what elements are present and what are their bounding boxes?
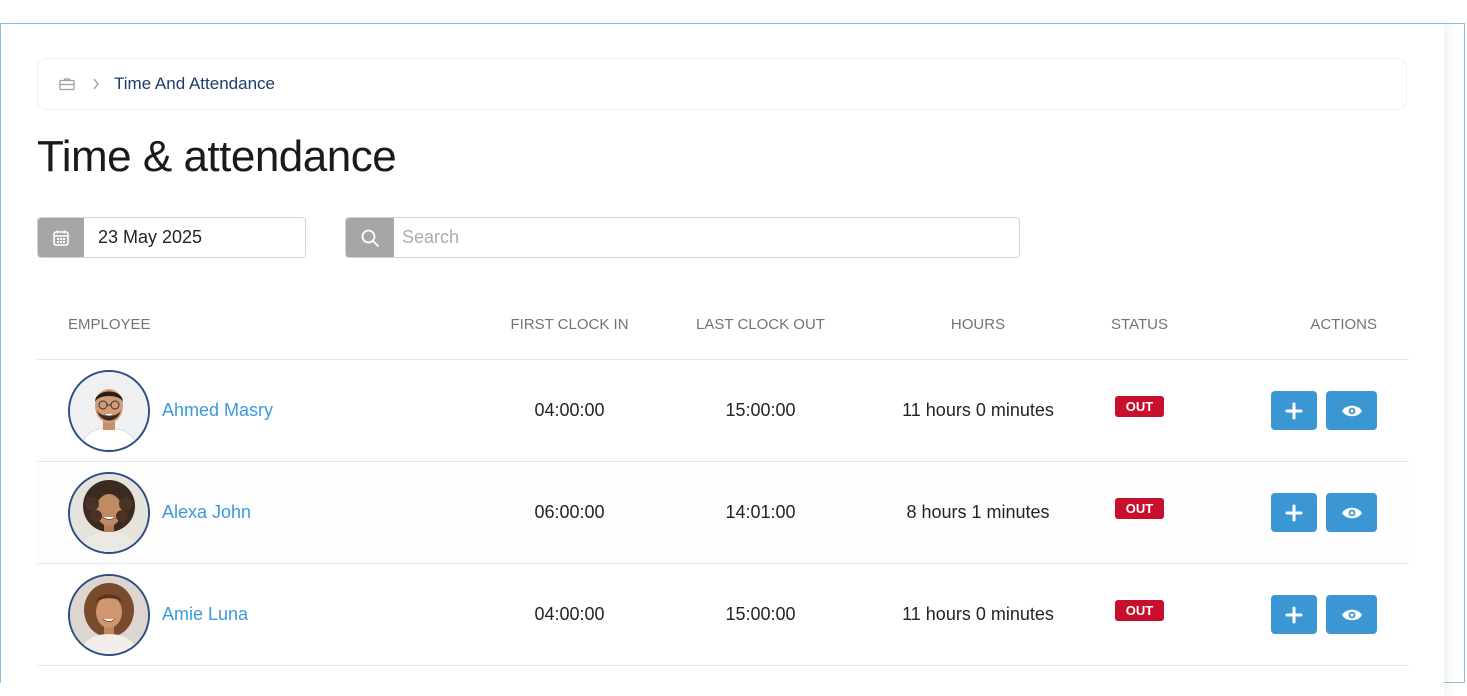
attendance-table: EMPLOYEE FIRST CLOCK IN LAST CLOCK OUT H…: [37, 289, 1409, 666]
first-clock-in-cell: 06:00:00: [534, 502, 605, 522]
status-badge: OUT: [1114, 498, 1165, 519]
hours-cell: 8 hours 1 minutes: [906, 502, 1050, 522]
table-row: Alexa John 06:00:00 14:01:00 8 hours 1 m…: [37, 462, 1409, 564]
table-row: Ahmed Masry 04:00:00 15:00:00 11 hours 0…: [37, 360, 1409, 462]
table-row: Amie Luna 04:00:00 15:00:00 11 hours 0 m…: [37, 564, 1409, 666]
actions-cell: [1192, 493, 1409, 532]
employee-name-link[interactable]: Ahmed Masry: [162, 400, 273, 421]
view-details-button[interactable]: [1326, 391, 1377, 430]
employee-cell: Ahmed Masry: [37, 369, 487, 452]
page-title: Time & attendance: [37, 132, 397, 181]
plus-icon: [1285, 504, 1303, 521]
avatar[interactable]: [68, 573, 150, 656]
employee-name-link[interactable]: Alexa John: [162, 502, 251, 523]
search-input[interactable]: [394, 218, 1019, 257]
add-entry-button[interactable]: [1271, 391, 1317, 430]
status-badge: OUT: [1114, 600, 1165, 621]
first-clock-in-cell: 04:00:00: [534, 604, 605, 624]
chevron-right-icon: [90, 78, 102, 90]
table-body: Ahmed Masry 04:00:00 15:00:00 11 hours 0…: [37, 360, 1409, 666]
add-entry-button[interactable]: [1271, 595, 1317, 634]
view-details-button[interactable]: [1326, 595, 1377, 634]
breadcrumb-current: Time And Attendance: [114, 74, 275, 93]
calendar-icon[interactable]: [38, 218, 84, 257]
date-field[interactable]: [84, 218, 305, 257]
status-cell: OUT: [1087, 600, 1192, 625]
employee-cell: Alexa John: [37, 471, 487, 554]
avatar[interactable]: [68, 471, 150, 554]
table-header: EMPLOYEE FIRST CLOCK IN LAST CLOCK OUT H…: [37, 289, 1409, 360]
column-header-hours: HOURS: [950, 315, 1006, 333]
breadcrumb: Time And Attendance: [37, 58, 1407, 110]
app-frame: Time And Attendance Time & attendance 23…: [0, 23, 1465, 696]
search-box[interactable]: [345, 217, 1020, 258]
column-header-actions: ACTIONS: [1310, 315, 1377, 333]
date-picker[interactable]: [37, 217, 306, 258]
eye-icon: [1341, 609, 1362, 620]
first-clock-in-cell: 04:00:00: [534, 400, 605, 420]
avatar[interactable]: [68, 369, 150, 452]
plus-icon: [1285, 606, 1303, 623]
content-card: Time And Attendance Time & attendance 23…: [1, 24, 1444, 696]
search-icon[interactable]: [346, 218, 394, 257]
last-clock-out-cell: 15:00:00: [725, 604, 796, 624]
status-cell: OUT: [1087, 498, 1192, 523]
status-badge: OUT: [1114, 396, 1165, 417]
briefcase-icon[interactable]: [58, 75, 76, 93]
column-header-status: STATUS: [1111, 315, 1168, 333]
add-entry-button[interactable]: [1271, 493, 1317, 532]
column-header-first-clock-in: FIRST CLOCK IN: [510, 315, 629, 333]
employee-cell: Amie Luna: [37, 573, 487, 656]
status-cell: OUT: [1087, 396, 1192, 421]
eye-icon: [1341, 507, 1362, 518]
eye-icon: [1341, 405, 1362, 416]
actions-cell: [1192, 595, 1409, 634]
last-clock-out-cell: 15:00:00: [725, 400, 796, 420]
column-header-employee: EMPLOYEE: [68, 315, 151, 333]
plus-icon: [1285, 402, 1303, 419]
hours-cell: 11 hours 0 minutes: [902, 400, 1054, 420]
view-details-button[interactable]: [1326, 493, 1377, 532]
last-clock-out-cell: 14:01:00: [725, 502, 796, 522]
hours-cell: 11 hours 0 minutes: [902, 604, 1054, 624]
actions-cell: [1192, 391, 1409, 430]
column-header-last-clock-out: LAST CLOCK OUT: [696, 315, 825, 333]
employee-name-link[interactable]: Amie Luna: [162, 604, 248, 625]
